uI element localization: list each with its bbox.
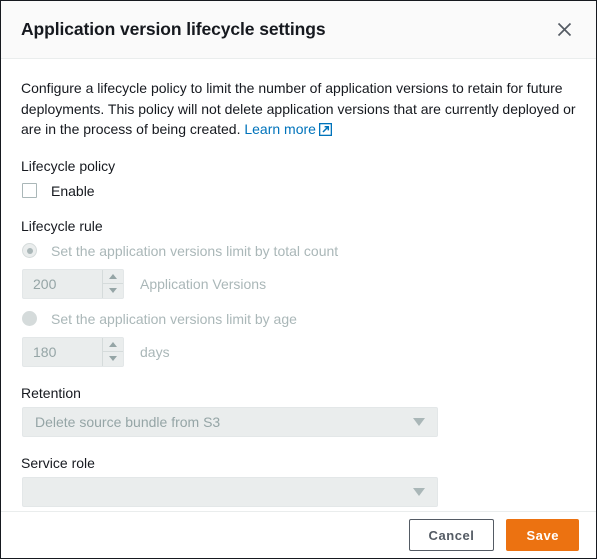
chevron-down-icon (413, 487, 425, 496)
total-count-value[interactable]: 200 (23, 270, 102, 298)
retention-selected-value: Delete source bundle from S3 (35, 413, 221, 430)
dialog-body: Configure a lifecycle policy to limit th… (1, 59, 596, 511)
spinner-up-icon[interactable] (103, 269, 123, 283)
enable-checkbox[interactable] (22, 183, 37, 198)
radio-total-count[interactable] (22, 243, 37, 258)
total-count-input-row: 200 Application Versions (22, 268, 576, 299)
dialog-description: Configure a lifecycle policy to limit th… (21, 78, 576, 142)
lifecycle-settings-dialog: Application version lifecycle settings C… (0, 0, 597, 559)
radio-total-count-row[interactable]: Set the application versions limit by to… (22, 240, 576, 262)
radio-total-count-label: Set the application versions limit by to… (51, 242, 339, 259)
total-count-stepper[interactable]: 200 (22, 268, 124, 299)
close-icon-glyph (557, 22, 571, 37)
dialog-header: Application version lifecycle settings (1, 1, 596, 59)
lifecycle-rule-label: Lifecycle rule (21, 217, 103, 234)
service-role-select[interactable] (22, 476, 438, 507)
external-link-icon (318, 121, 333, 142)
service-role-label: Service role (21, 454, 95, 471)
learn-more-link[interactable]: Learn more (244, 121, 333, 137)
retention-label: Retention (21, 384, 81, 401)
cancel-button[interactable]: Cancel (408, 519, 495, 551)
age-value[interactable]: 180 (23, 338, 102, 366)
total-count-spinner[interactable] (102, 269, 123, 298)
chevron-down-icon (413, 417, 425, 426)
radio-by-age-label: Set the application versions limit by ag… (51, 310, 297, 327)
dialog-title: Application version lifecycle settings (21, 19, 326, 39)
lifecycle-policy-label: Lifecycle policy (21, 157, 116, 174)
age-input-row: 180 days (22, 336, 576, 367)
close-icon[interactable] (551, 17, 577, 43)
radio-by-age[interactable] (22, 311, 37, 326)
age-stepper[interactable]: 180 (22, 336, 124, 367)
age-unit-label: days (140, 343, 170, 360)
retention-select[interactable]: Delete source bundle from S3 (22, 406, 438, 437)
radio-by-age-row[interactable]: Set the application versions limit by ag… (22, 308, 576, 330)
dialog-footer: Cancel Save (1, 511, 596, 558)
spinner-down-icon[interactable] (103, 283, 123, 298)
learn-more-label: Learn more (244, 121, 316, 137)
spinner-up-icon[interactable] (103, 337, 123, 351)
enable-checkbox-row[interactable]: Enable (22, 180, 576, 202)
save-button[interactable]: Save (506, 519, 579, 551)
total-count-unit-label: Application Versions (140, 275, 267, 292)
enable-checkbox-label: Enable (51, 182, 95, 199)
spinner-down-icon[interactable] (103, 351, 123, 366)
age-spinner[interactable] (102, 337, 123, 366)
